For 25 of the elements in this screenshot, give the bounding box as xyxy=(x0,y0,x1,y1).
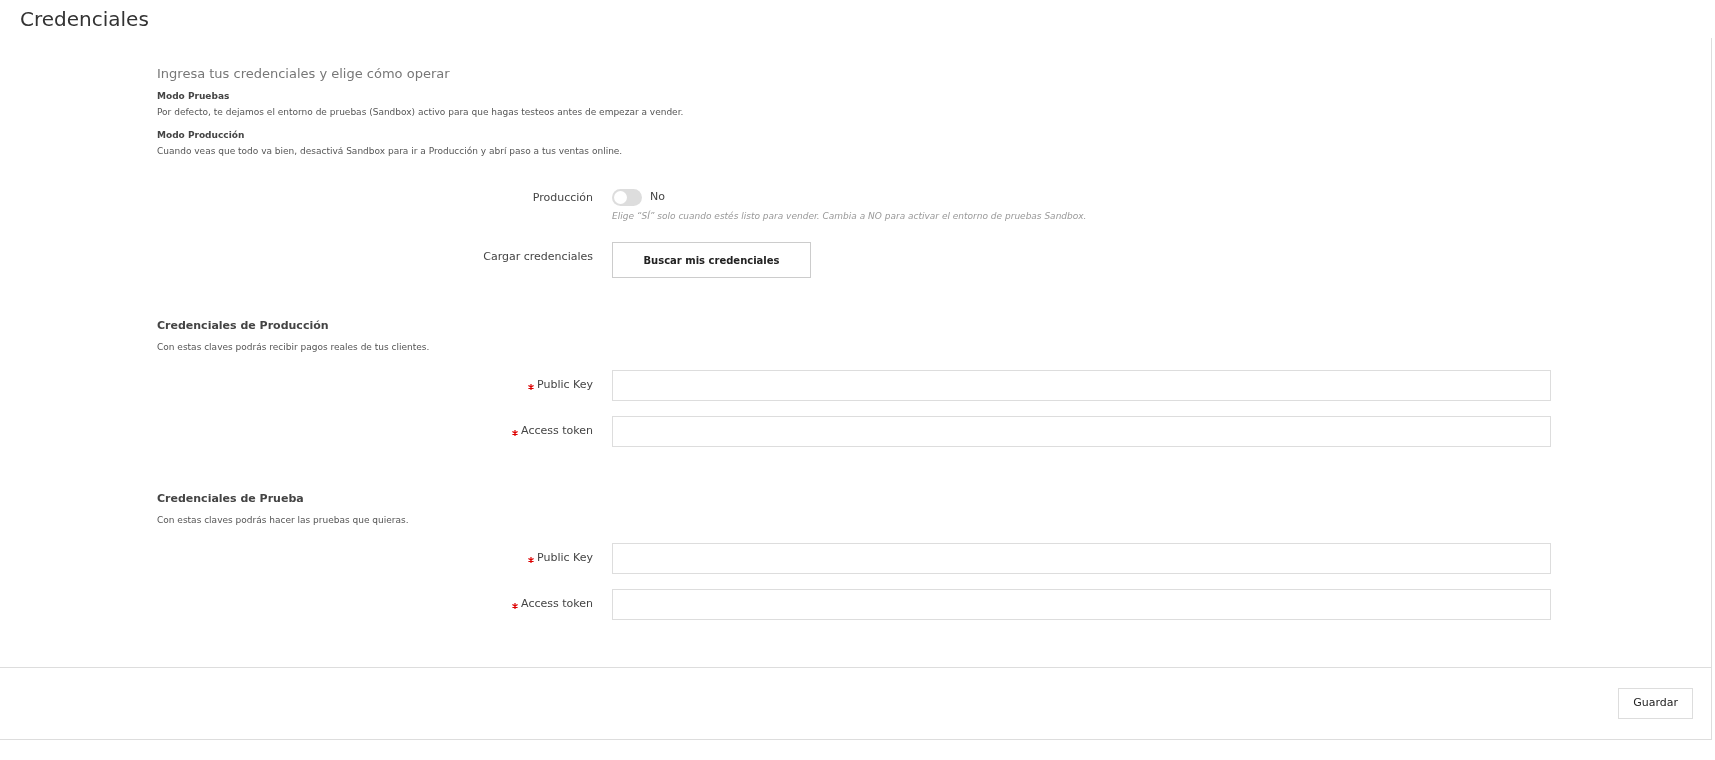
toggle-hint: Elige “SÍ” solo cuando estés listo para vender. Cambia a NO para activar el entorno de pruebas Sandbox. xyxy=(612,209,1087,223)
search-credentials-button[interactable]: Buscar mis credenciales xyxy=(612,242,811,278)
section-description: Con estas claves podrás hacer las pruebas que quieras. xyxy=(157,513,410,527)
intro-heading: Ingresa tus credenciales y elige cómo operar xyxy=(157,65,451,83)
field-label: Public Key xyxy=(537,377,593,394)
field-label: Cargar credenciales xyxy=(482,249,594,265)
mode-title: Modo Pruebas xyxy=(157,89,231,103)
section-description: Con estas claves podrás recibir pagos reales de tus clientes. xyxy=(157,340,431,354)
section-title: Credenciales de Prueba xyxy=(157,491,305,507)
mode-description: Por defecto, te dejamos el entorno de pruebas (Sandbox) activo para que hagas testeos antes de empezar a vender. xyxy=(157,106,685,119)
field-label: Access token xyxy=(521,423,593,440)
save-button[interactable]: Guardar xyxy=(1618,688,1693,719)
field-label: Public Key xyxy=(537,550,593,567)
input-field[interactable] xyxy=(612,416,1551,447)
input-field[interactable] xyxy=(612,543,1551,574)
section-title: Credenciales de Producción xyxy=(157,318,330,334)
field-label: Access token xyxy=(521,596,593,613)
page-title: Credenciales xyxy=(20,6,150,33)
field-label: Producción xyxy=(531,189,594,206)
input-field[interactable] xyxy=(612,370,1551,401)
mode-title: Modo Producción xyxy=(157,128,246,142)
toggle-value: No xyxy=(650,188,665,205)
toggle-switch[interactable] xyxy=(612,188,642,206)
mode-description: Cuando veas que todo va bien, desactivá Sandbox para ir a Producción y abrí paso a tus ventas online. xyxy=(157,145,624,158)
input-field[interactable] xyxy=(612,589,1551,620)
